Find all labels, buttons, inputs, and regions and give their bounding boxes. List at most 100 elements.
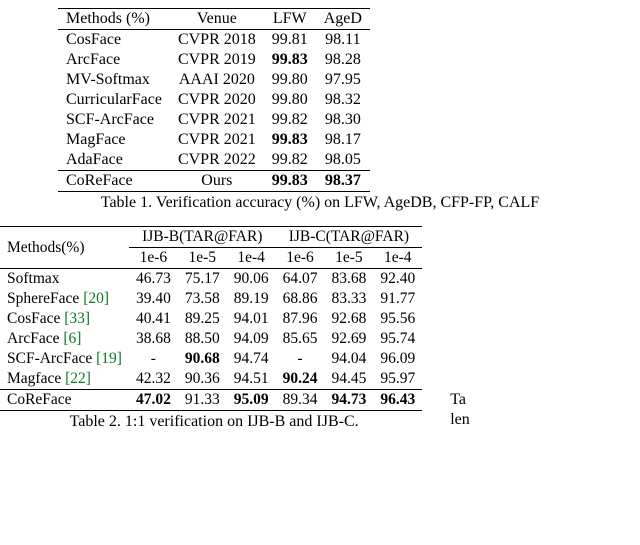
cell-value: 46.73	[129, 269, 178, 290]
right-frag-1: Ta	[450, 391, 470, 409]
cell-value: 92.69	[324, 329, 373, 349]
cell-lfw: 99.82	[264, 110, 316, 130]
cell-value: 64.07	[276, 269, 325, 290]
cell-value: 38.68	[129, 329, 178, 349]
cell-value: 95.74	[373, 329, 422, 349]
table-row: MV-SoftmaxAAAI 202099.8097.95	[58, 70, 370, 90]
table2-col-methods: Methods(%)	[0, 227, 129, 269]
cell-aged: 98.05	[316, 150, 370, 171]
cell-method: SCF-ArcFace [19]	[0, 349, 129, 369]
cell-value: 91.77	[373, 289, 422, 309]
table-row: MagFaceCVPR 202199.8398.17	[58, 130, 370, 150]
cell-value: 96.43	[373, 390, 422, 411]
cell-value: 68.86	[276, 289, 325, 309]
cell-value: 92.40	[373, 269, 422, 290]
table-row: SphereFace [20]39.4073.5889.1968.8683.33…	[0, 289, 422, 309]
cell-value: 95.97	[373, 369, 422, 390]
citation: [22]	[65, 370, 91, 387]
cell-value: 89.19	[227, 289, 276, 309]
cell-value: -	[129, 349, 178, 369]
cell-value: 94.73	[324, 390, 373, 411]
cell-venue: CVPR 2020	[170, 90, 264, 110]
cell-lfw: 99.83	[264, 130, 316, 150]
cell-method: CosFace	[58, 30, 170, 51]
table2-sub-2: 1e-4	[227, 248, 276, 269]
table1-col-lfw: LFW	[264, 9, 316, 30]
cell-lfw: 99.81	[264, 30, 316, 51]
cell-method: SphereFace [20]	[0, 289, 129, 309]
table2-last-row: CoReFace47.0291.3395.0989.3494.7396.43	[0, 390, 422, 411]
cell-value: 40.41	[129, 309, 178, 329]
cell-value: 88.50	[178, 329, 227, 349]
table-row: Magface [22]42.3290.3694.5190.2494.4595.…	[0, 369, 422, 390]
cell-value: 96.09	[373, 349, 422, 369]
cell-value: 94.51	[227, 369, 276, 390]
table2-sub-1: 1e-5	[178, 248, 227, 269]
citation: [20]	[83, 290, 109, 307]
cell-method: CoReFace	[0, 390, 129, 411]
cell-value: 89.34	[276, 390, 325, 411]
cell-value: 90.36	[178, 369, 227, 390]
cell-value: 94.45	[324, 369, 373, 390]
cell-method: Magface [22]	[0, 369, 129, 390]
table2: Methods(%) IJB-B(TAR@FAR) IJB-C(TAR@FAR)…	[0, 226, 422, 411]
cell-value: 95.09	[227, 390, 276, 411]
cell-method: SCF-ArcFace	[58, 110, 170, 130]
cell-venue: CVPR 2018	[170, 30, 264, 51]
table1-header-row: Methods (%) Venue LFW AgeD	[58, 9, 370, 30]
cell-lfw: 99.83	[264, 50, 316, 70]
cell-lfw: 99.80	[264, 70, 316, 90]
cell-value: 94.09	[227, 329, 276, 349]
cell-value: 85.65	[276, 329, 325, 349]
table-row: CosFaceCVPR 201899.8198.11	[58, 30, 370, 51]
table1: Methods (%) Venue LFW AgeD CosFaceCVPR 2…	[58, 8, 370, 192]
table2-sub-3: 1e-6	[276, 248, 325, 269]
cell-value: 87.96	[276, 309, 325, 329]
cell-lfw: 99.83	[264, 171, 316, 192]
table1-last-row: CoReFace Ours 99.83 98.37	[58, 171, 370, 192]
table1-caption: Table 1. Verification accuracy (%) on LF…	[0, 194, 640, 212]
cell-method: MagFace	[58, 130, 170, 150]
cell-aged: 98.28	[316, 50, 370, 70]
cell-venue: CVPR 2021	[170, 130, 264, 150]
cell-method: ArcFace [6]	[0, 329, 129, 349]
cell-value: 94.01	[227, 309, 276, 329]
cell-value: 90.24	[276, 369, 325, 390]
cell-value: 92.68	[324, 309, 373, 329]
cell-value: 90.06	[227, 269, 276, 290]
cell-value: -	[276, 349, 325, 369]
citation: [6]	[63, 330, 81, 347]
cell-venue: CVPR 2019	[170, 50, 264, 70]
right-text-fragment: Ta len	[422, 391, 470, 431]
cell-value: 42.32	[129, 369, 178, 390]
table1-col-aged: AgeD	[316, 9, 370, 30]
table-row: CosFace [33]40.4189.2594.0187.9692.6895.…	[0, 309, 422, 329]
cell-method: ArcFace	[58, 50, 170, 70]
cell-aged: 98.17	[316, 130, 370, 150]
table1-col-methods: Methods (%)	[58, 9, 170, 30]
table2-caption: Table 2. 1:1 verification on IJB-B and I…	[6, 413, 422, 431]
cell-venue: CVPR 2022	[170, 150, 264, 171]
cell-method: MV-Softmax	[58, 70, 170, 90]
cell-method: Softmax	[0, 269, 129, 290]
cell-lfw: 99.80	[264, 90, 316, 110]
cell-value: 95.56	[373, 309, 422, 329]
table-row: SCF-ArcFace [19]-90.6894.74-94.0496.09	[0, 349, 422, 369]
citation: [19]	[96, 350, 122, 367]
cell-venue: AAAI 2020	[170, 70, 264, 90]
cell-value: 90.68	[178, 349, 227, 369]
table-row: CurricularFaceCVPR 202099.8098.32	[58, 90, 370, 110]
cell-value: 89.25	[178, 309, 227, 329]
table-row: ArcFace [6]38.6888.5094.0985.6592.6995.7…	[0, 329, 422, 349]
cell-aged: 98.30	[316, 110, 370, 130]
table-row: AdaFaceCVPR 202299.8298.05	[58, 150, 370, 171]
cell-value: 83.68	[324, 269, 373, 290]
table2-sub-4: 1e-5	[324, 248, 373, 269]
table-row: SCF-ArcFaceCVPR 202199.8298.30	[58, 110, 370, 130]
cell-venue: CVPR 2021	[170, 110, 264, 130]
table2-col-ijbc: IJB-C(TAR@FAR)	[276, 227, 423, 248]
cell-value: 91.33	[178, 390, 227, 411]
cell-method: CoReFace	[58, 171, 170, 192]
table2-col-ijbb: IJB-B(TAR@FAR)	[129, 227, 276, 248]
cell-aged: 98.32	[316, 90, 370, 110]
